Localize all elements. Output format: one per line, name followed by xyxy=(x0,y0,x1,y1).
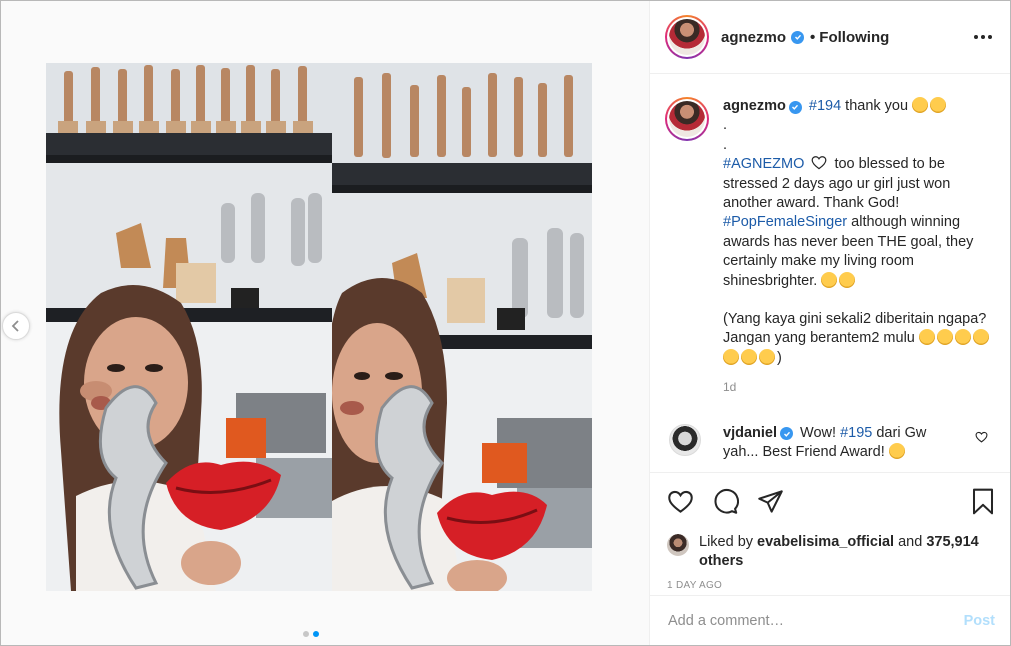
carousel-prev-button[interactable] xyxy=(2,312,30,340)
kiss-emoji-icon xyxy=(930,97,947,113)
add-comment-bar: Post xyxy=(650,595,1010,645)
author-username[interactable]: agnezmo xyxy=(721,29,786,46)
verified-icon xyxy=(788,100,802,114)
comment-text: Wow! xyxy=(800,424,837,441)
caption-dot-line: . xyxy=(723,136,728,153)
caption-username[interactable]: agnezmo xyxy=(723,98,786,114)
hashtag-link[interactable]: #AGNEZMO xyxy=(723,156,804,172)
post-actions: Liked by evabelisima_official and 375,91… xyxy=(650,472,1010,591)
likes-text: Liked by evabelisima_official and 375,91… xyxy=(699,533,995,572)
chevron-left-icon xyxy=(11,320,19,332)
caption-age[interactable]: 1d xyxy=(723,378,994,397)
rofl-emoji-icon xyxy=(954,329,971,346)
hashtag-link[interactable]: #195 xyxy=(840,425,872,441)
share-icon[interactable] xyxy=(757,489,784,514)
post-header: agnezmo • Following xyxy=(650,1,1010,74)
action-icons xyxy=(667,487,995,515)
caption-text-end: ) xyxy=(777,349,782,366)
comment-body: vjdaniel Wow! #195 dari Gw yah... Best F… xyxy=(723,424,963,463)
rofl-emoji-icon xyxy=(972,329,989,346)
grinning-emoji-icon xyxy=(821,271,838,288)
heart-outline-emoji-icon xyxy=(811,156,827,170)
carousel-dot-active xyxy=(313,631,319,637)
rofl-emoji-icon xyxy=(918,329,935,346)
save-bookmark-icon[interactable] xyxy=(971,488,995,515)
post-photo-left xyxy=(46,63,332,591)
liker-avatar[interactable] xyxy=(667,534,689,556)
heart-icon[interactable] xyxy=(667,489,694,514)
smiling-hearts-emoji-icon xyxy=(912,97,929,113)
post-sidebar: agnezmo • Following agnezmo #194 thank y… xyxy=(649,1,1010,645)
carousel-dot xyxy=(303,631,309,637)
header-separator: • xyxy=(810,28,816,46)
post-timestamp[interactable]: 1 DAY AGO xyxy=(667,580,995,591)
comments-section: agnezmo #194 thank you . . #AGNEZMO too … xyxy=(650,75,1010,472)
caption-author-avatar[interactable] xyxy=(665,97,709,141)
commenter-avatar[interactable] xyxy=(669,423,701,456)
comment-like-heart-icon[interactable] xyxy=(975,431,988,443)
rofl-emoji-icon xyxy=(759,348,775,365)
liker-username[interactable]: evabelisima_official xyxy=(757,534,894,550)
carousel-dots xyxy=(303,631,319,637)
more-options-icon[interactable] xyxy=(970,29,996,45)
following-button[interactable]: Following xyxy=(819,29,889,46)
rofl-emoji-icon xyxy=(741,348,757,365)
verified-icon xyxy=(791,30,805,44)
caption-text: thank you xyxy=(845,98,909,114)
post-media xyxy=(1,1,649,645)
commenter-username[interactable]: vjdaniel xyxy=(723,425,777,441)
hashtag-link[interactable]: #194 xyxy=(809,98,841,114)
verified-icon xyxy=(780,427,793,441)
caption-body: agnezmo #194 thank you . . #AGNEZMO too … xyxy=(723,97,994,398)
likes-summary: Liked by evabelisima_official and 375,91… xyxy=(667,533,995,572)
comment-item: vjdaniel Wow! #195 dari Gw yah... Best F… xyxy=(665,423,994,463)
author-avatar[interactable] xyxy=(665,15,709,59)
post-comment-button[interactable]: Post xyxy=(964,613,995,629)
author-username-link[interactable]: agnezmo xyxy=(721,29,805,46)
add-comment-input[interactable] xyxy=(668,612,964,629)
tongue-emoji-icon xyxy=(839,271,856,288)
post-photo-right xyxy=(332,63,592,591)
caption-dot-line: . xyxy=(723,117,728,134)
likes-prefix: Liked by xyxy=(699,534,754,550)
hashtag-link[interactable]: #PopFemaleSinger xyxy=(723,214,847,230)
rofl-emoji-icon xyxy=(936,329,953,346)
rofl-emoji-icon xyxy=(723,348,739,365)
post-caption: agnezmo #194 thank you . . #AGNEZMO too … xyxy=(665,97,994,398)
rofl-emoji-icon xyxy=(888,443,905,460)
likes-and: and xyxy=(898,534,923,550)
comment-icon[interactable] xyxy=(712,488,739,515)
